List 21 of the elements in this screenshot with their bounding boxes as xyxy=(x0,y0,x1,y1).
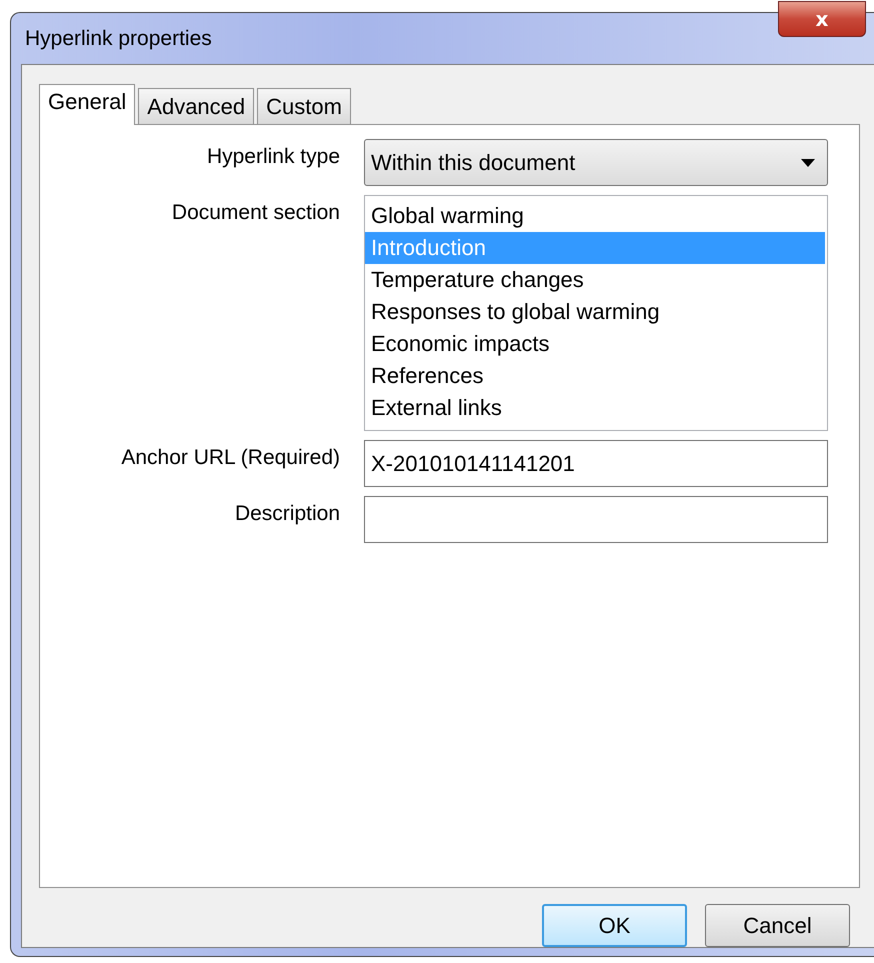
field-label: Hyperlink type xyxy=(206,144,340,170)
list-item[interactable]: Responses to global warming xyxy=(365,296,825,328)
tab[interactable]: Advanced xyxy=(138,88,254,124)
tab[interactable]: Custom xyxy=(257,88,351,124)
window-title: Hyperlink properties xyxy=(25,26,212,50)
caret-icon xyxy=(801,158,815,166)
description-field[interactable] xyxy=(364,496,828,543)
list-item[interactable]: Economic impacts xyxy=(365,328,825,360)
list-item[interactable]: Temperature changes xyxy=(365,264,825,296)
anchor-url-field[interactable]: X-201010141141201 xyxy=(364,440,828,487)
list-item[interactable]: External links xyxy=(365,392,825,424)
field-label: Anchor URL (Required) xyxy=(120,445,340,471)
tab[interactable]: General xyxy=(39,84,136,125)
field-label: Description xyxy=(234,501,340,527)
list-item[interactable]: References xyxy=(365,360,825,392)
close-button[interactable]: x xyxy=(778,1,866,37)
ok-button[interactable]: OK xyxy=(542,904,687,947)
field-label: Document section xyxy=(170,200,340,226)
cancel-button[interactable]: Cancel xyxy=(705,904,850,947)
hyperlink-type-dropdown[interactable]: Within this document xyxy=(364,139,828,186)
list-item[interactable]: Global warming xyxy=(365,200,825,232)
